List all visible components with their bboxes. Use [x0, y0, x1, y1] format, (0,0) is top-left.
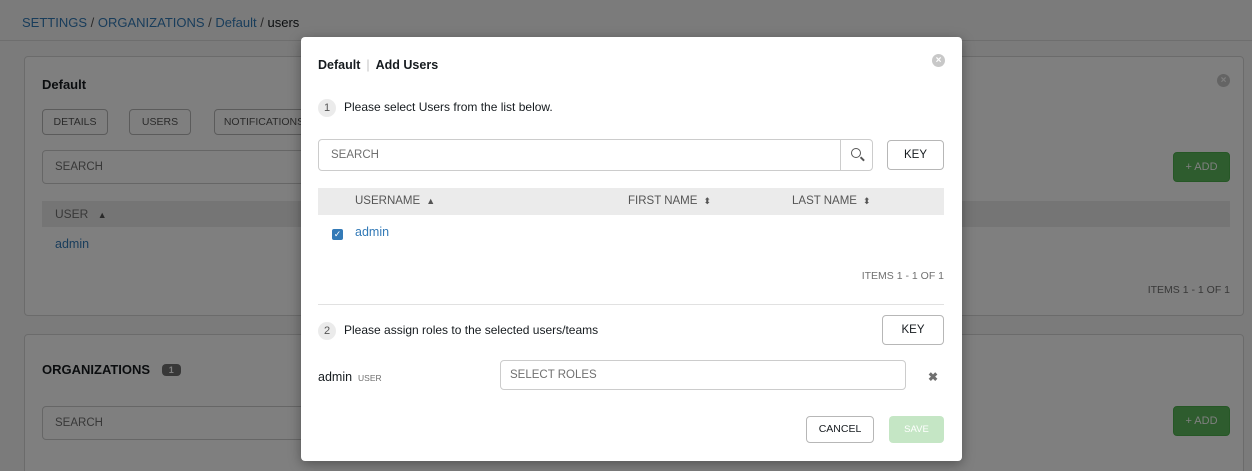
save-button[interactable]: SAVE: [889, 416, 944, 443]
items-count: ITEMS 1 - 1 OF 1: [861, 270, 944, 282]
checkbox-checked-icon[interactable]: ✓: [332, 229, 343, 240]
role-user-type: USER: [358, 373, 382, 383]
search-input[interactable]: SEARCH: [331, 140, 379, 170]
select-roles-input[interactable]: SELECT ROLES: [500, 360, 906, 390]
column-last-name[interactable]: LAST NAME ⬍: [792, 188, 871, 215]
step-text: Please assign roles to the selected user…: [344, 323, 599, 337]
modal-title-text: Add Users: [375, 58, 439, 72]
users-table-header: USERNAME ▲ FIRST NAME ⬍ LAST NAME ⬍: [318, 188, 944, 215]
cancel-button[interactable]: CANCEL: [806, 416, 874, 443]
step-1: 1 Please select Users from the list below…: [318, 99, 553, 117]
sort-icon: ⬍: [703, 196, 711, 206]
search-button[interactable]: [840, 140, 872, 170]
title-separator: |: [366, 58, 370, 72]
key-button[interactable]: KEY: [887, 140, 944, 170]
column-username[interactable]: USERNAME ▲: [355, 188, 435, 215]
step-number: 1: [318, 99, 336, 117]
sort-icon: ⬍: [862, 196, 871, 206]
table-row-username[interactable]: admin: [355, 225, 389, 239]
search-icon: [851, 148, 861, 158]
key-button[interactable]: KEY: [882, 315, 944, 345]
sort-asc-icon: ▲: [426, 196, 436, 206]
column-first-name-label: FIRST NAME: [628, 195, 698, 207]
column-first-name[interactable]: FIRST NAME ⬍: [628, 188, 711, 215]
close-icon[interactable]: ×: [932, 54, 945, 67]
column-last-name-label: LAST NAME: [792, 195, 857, 207]
remove-icon[interactable]: ✖: [928, 370, 938, 384]
step-text: Please select Users from the list below.: [344, 100, 553, 114]
search-field[interactable]: SEARCH: [318, 139, 873, 171]
step-2: 2 Please assign roles to the selected use…: [318, 322, 598, 340]
modal-title-org: Default: [318, 58, 361, 72]
add-users-modal: Default | Add Users × 1 Please select Users…: [301, 37, 962, 461]
column-username-label: USERNAME: [355, 195, 421, 207]
modal-title: Default | Add Users: [318, 58, 438, 72]
role-assignment-user: admin USER: [318, 370, 382, 384]
step-number: 2: [318, 322, 336, 340]
section-divider: [318, 304, 944, 305]
role-user-name: admin: [318, 370, 353, 384]
